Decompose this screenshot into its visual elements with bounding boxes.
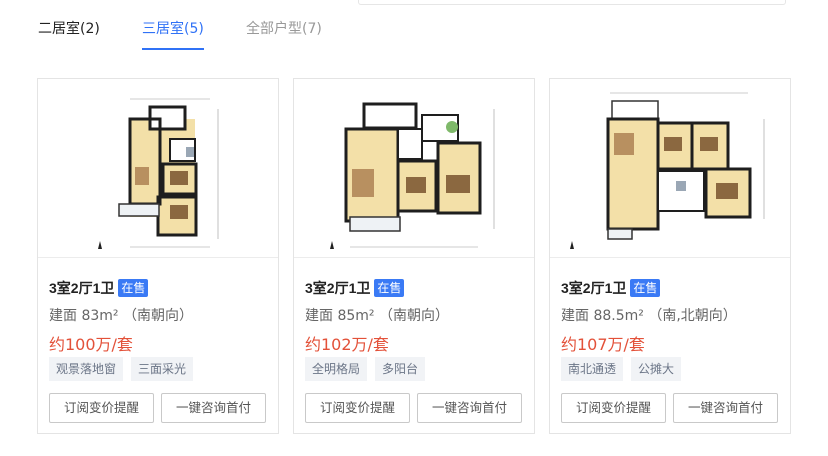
card-title-row: 3室2厅1卫 在售 <box>49 277 149 299</box>
card-title-row: 3室2厅1卫 在售 <box>305 277 405 299</box>
card-title-row: 3室2厅1卫 在售 <box>561 277 661 299</box>
floorplan-card[interactable]: 3室2厅1卫 在售 建面 85m² （南朝向） 约102万/套 全明格局 多阳台… <box>293 78 535 434</box>
sale-status-badge: 在售 <box>374 279 405 297</box>
active-tab-indicator <box>142 48 204 50</box>
subscribe-price-alert-button[interactable]: 订阅变价提醒 <box>561 393 666 423</box>
card-actions: 订阅变价提醒 一键咨询首付 <box>305 393 522 423</box>
floorplan-drawing <box>570 92 765 249</box>
floorplan-card[interactable]: 3室2厅1卫 在售 建面 83m² （南朝向） 约100万/套 观景落地窗 三面… <box>37 78 279 434</box>
feature-tag: 三面采光 <box>131 357 194 381</box>
sale-status-badge: 在售 <box>630 279 661 297</box>
subscribe-price-alert-button[interactable]: 订阅变价提醒 <box>305 393 410 423</box>
floorplan-image[interactable] <box>294 79 534 258</box>
consult-down-payment-button[interactable]: 一键咨询首付 <box>417 393 522 423</box>
subscribe-price-alert-button[interactable]: 订阅变价提醒 <box>49 393 154 423</box>
card-actions: 订阅变价提醒 一键咨询首付 <box>561 393 778 423</box>
feature-tag: 南北通透 <box>561 357 624 381</box>
feature-tags: 观景落地窗 三面采光 <box>49 357 194 381</box>
floorplan-image[interactable] <box>38 79 278 258</box>
floorplan-drawing <box>98 98 219 249</box>
tab-three-bedroom[interactable]: 三居室(5) <box>142 18 204 40</box>
floorplan-card[interactable]: 3室2厅1卫 在售 建面 88.5m² （南,北朝向） 约107万/套 南北通透… <box>549 78 791 434</box>
building-area: 建面 88.5m² （南,北朝向） <box>561 308 737 324</box>
sale-status-badge: 在售 <box>118 279 149 297</box>
consult-down-payment-button[interactable]: 一键咨询首付 <box>673 393 778 423</box>
layout-name: 3室2厅1卫 <box>49 280 115 296</box>
tab-all-layouts[interactable]: 全部户型(7) <box>246 18 322 40</box>
layout-name: 3室2厅1卫 <box>305 280 371 296</box>
tab-two-bedroom[interactable]: 二居室(2) <box>38 18 100 40</box>
feature-tags: 全明格局 多阳台 <box>305 357 426 381</box>
price: 约107万/套 <box>561 335 645 354</box>
feature-tags: 南北通透 公摊大 <box>561 357 682 381</box>
price: 约100万/套 <box>49 335 133 354</box>
floorplan-drawing <box>330 102 495 249</box>
price: 约102万/套 <box>305 335 389 354</box>
feature-tag: 观景落地窗 <box>49 357 124 381</box>
building-area: 建面 83m² （南朝向） <box>49 308 193 324</box>
consult-down-payment-button[interactable]: 一键咨询首付 <box>161 393 266 423</box>
layout-name: 3室2厅1卫 <box>561 280 627 296</box>
building-area: 建面 85m² （南朝向） <box>305 308 449 324</box>
search-box-edge <box>358 0 786 5</box>
floorplan-image[interactable] <box>550 79 790 258</box>
feature-tag: 全明格局 <box>305 357 368 381</box>
card-actions: 订阅变价提醒 一键咨询首付 <box>49 393 266 423</box>
feature-tag: 多阳台 <box>375 357 426 381</box>
feature-tag: 公摊大 <box>631 357 682 381</box>
